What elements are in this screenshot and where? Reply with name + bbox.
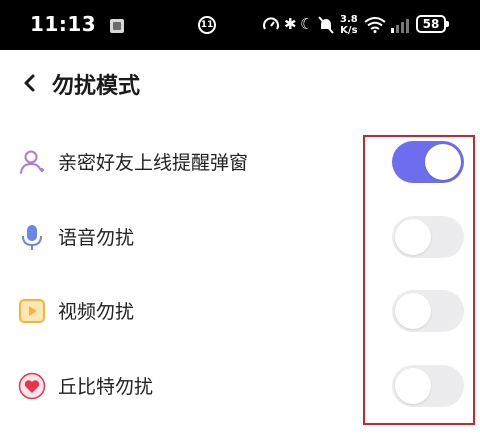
setting-row-voice-dnd: 语音勿扰 xyxy=(0,209,480,265)
setting-row-video-dnd: 视频勿扰 xyxy=(0,283,480,339)
setting-label: 视频勿扰 xyxy=(58,301,135,323)
app-notification-icon xyxy=(110,19,124,33)
setting-row-cupid-dnd: 丘比特勿扰 xyxy=(0,358,480,414)
setting-row-close-friend-popup: 亲密好友上线提醒弹窗 xyxy=(0,134,480,190)
toggle-knob xyxy=(395,219,431,255)
person-icon xyxy=(20,150,44,174)
moon-icon: ☾ xyxy=(300,15,314,33)
network-speed-unit: K/s xyxy=(340,25,358,36)
setting-label: 亲密好友上线提醒弹窗 xyxy=(58,152,249,174)
page-title: 勿扰模式 xyxy=(52,74,141,99)
mute-icon xyxy=(318,16,334,34)
toggle-knob xyxy=(395,293,431,329)
battery-indicator: 58 xyxy=(416,15,449,33)
network-speed: 3.8 K/s xyxy=(340,14,358,36)
toggle-switch[interactable] xyxy=(392,216,464,258)
status-bar: 11:13 11 ✱ ☾ 3.8 K/s 58 xyxy=(0,0,480,50)
toggle-switch[interactable] xyxy=(392,365,464,407)
page-header: 勿扰模式 xyxy=(0,55,480,111)
setting-label: 语音勿扰 xyxy=(58,227,135,249)
heart-icon xyxy=(18,372,46,400)
toggle-switch[interactable] xyxy=(392,141,464,183)
microphone-icon xyxy=(22,225,42,250)
status-time: 11:13 xyxy=(30,12,97,36)
back-button[interactable] xyxy=(18,69,42,97)
video-icon xyxy=(19,299,45,323)
toggle-knob xyxy=(395,368,431,404)
notification-badge: 11 xyxy=(198,16,216,34)
toggle-knob xyxy=(425,144,461,180)
bluetooth-icon: ✱ xyxy=(284,15,297,33)
setting-label: 丘比特勿扰 xyxy=(58,376,154,398)
wifi-icon xyxy=(364,17,386,33)
signal-icon xyxy=(391,19,409,33)
speedometer-icon xyxy=(263,17,279,30)
network-speed-value: 3.8 xyxy=(340,14,358,25)
toggle-switch[interactable] xyxy=(392,290,464,332)
